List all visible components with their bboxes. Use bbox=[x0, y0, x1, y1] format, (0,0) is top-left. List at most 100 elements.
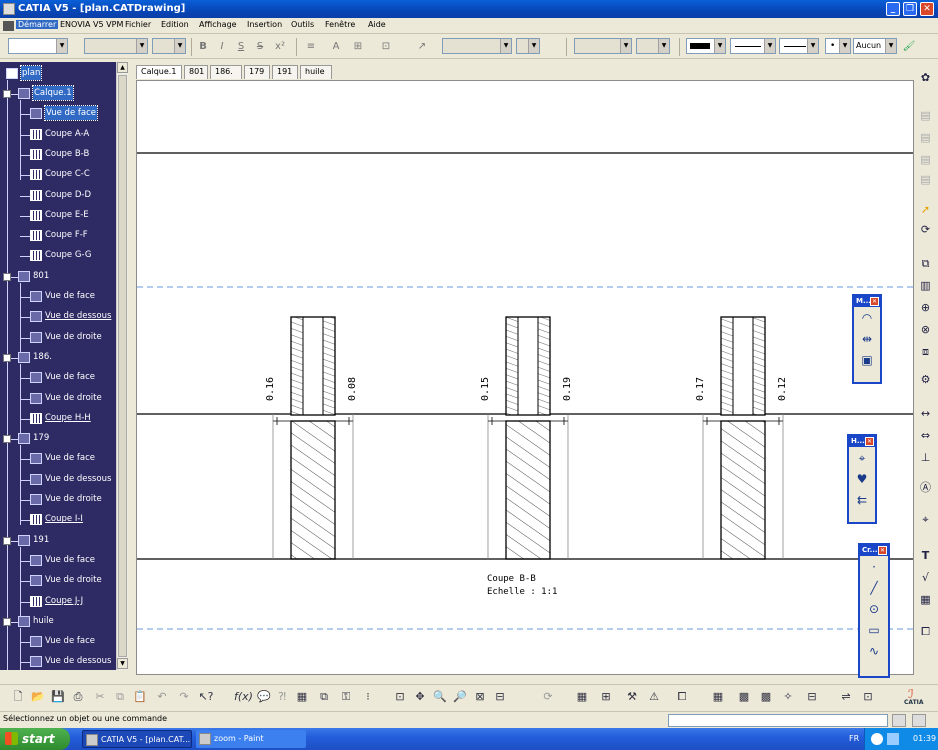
tube-wall-right[interactable] bbox=[537, 316, 551, 416]
roughness-icon[interactable]: √ bbox=[917, 570, 934, 586]
task-paint[interactable]: zoom - Paint bbox=[196, 730, 306, 748]
circle-icon[interactable]: ⊙ bbox=[863, 599, 885, 619]
chevron-down-icon[interactable]: ▼ bbox=[714, 39, 725, 53]
tube-wall-left[interactable] bbox=[720, 316, 734, 416]
font-combo[interactable]: ▼ bbox=[84, 38, 148, 54]
frame-icon[interactable]: ⧠ bbox=[917, 624, 934, 640]
normal-view-icon[interactable]: ⊟ bbox=[492, 689, 508, 705]
section-block-hatched[interactable] bbox=[720, 420, 766, 560]
hatch-tool-icon[interactable]: ♥ bbox=[851, 469, 873, 489]
comment-icon[interactable]: 💬 bbox=[256, 689, 272, 705]
zoom-out-icon[interactable]: 🔎 bbox=[452, 689, 468, 705]
spline-icon[interactable]: ∿ bbox=[863, 641, 885, 661]
palette-m-header[interactable]: M... ✕ bbox=[854, 296, 880, 307]
detail-view-icon[interactable]: ⊕ bbox=[917, 300, 934, 316]
mirror-icon[interactable]: ⇹ bbox=[856, 329, 878, 349]
menu-edition[interactable]: Edition bbox=[161, 20, 189, 29]
chevron-down-icon[interactable]: ▼ bbox=[56, 39, 67, 53]
chevron-down-icon[interactable]: ▼ bbox=[885, 39, 896, 53]
view-icon[interactable]: ▤ bbox=[917, 130, 934, 146]
format-combo[interactable]: ▼ bbox=[636, 38, 670, 54]
task-catia[interactable]: CATIA V5 - [plan.CAT... bbox=[82, 730, 192, 748]
close-icon[interactable]: ✕ bbox=[870, 297, 879, 306]
text-icon[interactable]: T bbox=[917, 548, 934, 564]
new-view-icon[interactable]: ▤ bbox=[917, 108, 934, 124]
underline-button[interactable]: S bbox=[233, 39, 249, 55]
analysis-display-icon[interactable]: ✧ bbox=[780, 689, 796, 705]
strikethrough-button[interactable]: S bbox=[252, 39, 268, 55]
palette-h-header[interactable]: H... ✕ bbox=[849, 436, 875, 447]
arc-icon[interactable]: ◠ bbox=[856, 308, 878, 328]
color-combo[interactable]: ▼ bbox=[686, 38, 726, 54]
analysis-icon[interactable]: ⚒ bbox=[624, 689, 640, 705]
symbol-icon[interactable]: ⊡ bbox=[378, 39, 394, 55]
command-input[interactable] bbox=[668, 714, 888, 727]
design-table-icon[interactable]: ▦ bbox=[294, 689, 310, 705]
view-caption-scale[interactable]: Echelle : 1:1 bbox=[487, 587, 557, 597]
drawing-canvas[interactable]: 0.16 0.08 0.15 0.19 0.17 0.12 bbox=[137, 81, 914, 675]
chevron-down-icon[interactable]: ▼ bbox=[807, 39, 818, 53]
help-icon[interactable]: ↖? bbox=[198, 689, 214, 705]
frame-tool-icon[interactable]: ▣ bbox=[856, 350, 878, 370]
palette-h[interactable]: H... ✕ ⌖ ♥ ⇇ bbox=[847, 434, 877, 524]
save-icon[interactable]: 💾 bbox=[50, 689, 66, 705]
undo-icon[interactable]: ↶ bbox=[154, 689, 170, 705]
menu-aide[interactable]: Aide bbox=[368, 20, 386, 29]
arrow-tool-icon[interactable]: ⇇ bbox=[851, 490, 873, 510]
menu-fichier[interactable]: Fichier bbox=[125, 20, 151, 29]
snap-icon[interactable]: ⊞ bbox=[598, 689, 614, 705]
chevron-down-icon[interactable]: ▼ bbox=[839, 39, 850, 53]
view-icon[interactable]: ▤ bbox=[917, 152, 934, 168]
palette-m[interactable]: M... ✕ ◠ ⇹ ▣ bbox=[852, 294, 882, 384]
catalog-icon[interactable]: ⧉ bbox=[316, 689, 332, 705]
linetype-combo[interactable]: ▼ bbox=[779, 38, 819, 54]
leader-icon[interactable]: ↗ bbox=[414, 39, 430, 55]
dimension-generate-icon[interactable]: ⇔ bbox=[917, 428, 934, 444]
minimize-button[interactable]: _ bbox=[886, 2, 900, 16]
tube-wall-left[interactable] bbox=[505, 316, 519, 416]
expand-toggle-icon[interactable] bbox=[3, 435, 11, 444]
dimension-icon[interactable]: ↔ bbox=[917, 406, 934, 422]
network-icon[interactable] bbox=[887, 733, 899, 745]
dimension-label[interactable]: 0.16 bbox=[265, 377, 276, 401]
open-icon[interactable]: 📂 bbox=[30, 689, 46, 705]
tolerance-icon[interactable]: ⊥ bbox=[917, 450, 934, 466]
sheet-view-icon[interactable]: ⧠ bbox=[674, 689, 690, 705]
chevron-down-icon[interactable]: ▼ bbox=[620, 39, 631, 53]
expand-toggle-icon[interactable] bbox=[3, 353, 11, 362]
point-symbol-combo[interactable]: • ▼ bbox=[825, 38, 851, 54]
paint-brush-icon[interactable]: 🖌 bbox=[901, 39, 917, 55]
frame-icon[interactable]: A bbox=[328, 39, 344, 55]
italic-button[interactable]: I bbox=[214, 39, 230, 55]
chevron-down-icon[interactable]: ▼ bbox=[528, 39, 539, 53]
chevron-down-icon[interactable]: ▼ bbox=[500, 39, 511, 53]
catia-app-icon[interactable] bbox=[3, 3, 15, 15]
fit-all-icon[interactable]: ⊡ bbox=[392, 689, 408, 705]
menu-insertion[interactable]: Insertion bbox=[247, 20, 282, 29]
tube-wall-left[interactable] bbox=[290, 316, 304, 416]
frame-display-icon[interactable]: ⊡ bbox=[860, 689, 876, 705]
tray-icon[interactable] bbox=[871, 733, 883, 745]
font-size-combo[interactable]: ▼ bbox=[152, 38, 186, 54]
tab-calque1[interactable]: Calque.1 bbox=[136, 65, 182, 79]
superscript-button[interactable]: x² bbox=[272, 39, 288, 55]
expand-toggle-icon[interactable] bbox=[3, 536, 11, 545]
table-icon[interactable]: ▦ bbox=[917, 592, 934, 608]
parameter-icon[interactable]: ⁈ bbox=[274, 689, 290, 705]
line-thickness-combo[interactable]: ▼ bbox=[730, 38, 776, 54]
pattern-combo[interactable]: Aucun ▼ bbox=[853, 38, 897, 54]
expand-toggle-icon[interactable] bbox=[3, 272, 11, 281]
menu-enovia[interactable]: ENOVIA V5 VPM bbox=[60, 20, 123, 29]
menu-outils[interactable]: Outils bbox=[291, 20, 314, 29]
drawing-sheet[interactable]: 0.16 0.08 0.15 0.19 0.17 0.12 Coupe B-B Echel… bbox=[136, 80, 914, 675]
refresh-icon[interactable]: ⟳ bbox=[540, 689, 556, 705]
view-caption-title[interactable]: Coupe B-B bbox=[487, 574, 536, 584]
dimension-label[interactable]: 0.19 bbox=[562, 377, 573, 401]
scroll-up-icon[interactable]: ▲ bbox=[117, 62, 128, 73]
dimension-label[interactable]: 0.08 bbox=[347, 377, 358, 401]
palette-cr[interactable]: Cr... ✕ · ╱ ⊙ ▭ ∿ bbox=[858, 543, 890, 678]
tube-wall-right[interactable] bbox=[752, 316, 766, 416]
front-view-icon[interactable]: ⧉ bbox=[917, 256, 934, 272]
tube-wall-right[interactable] bbox=[322, 316, 336, 416]
tab-191[interactable]: 191 bbox=[272, 65, 298, 79]
